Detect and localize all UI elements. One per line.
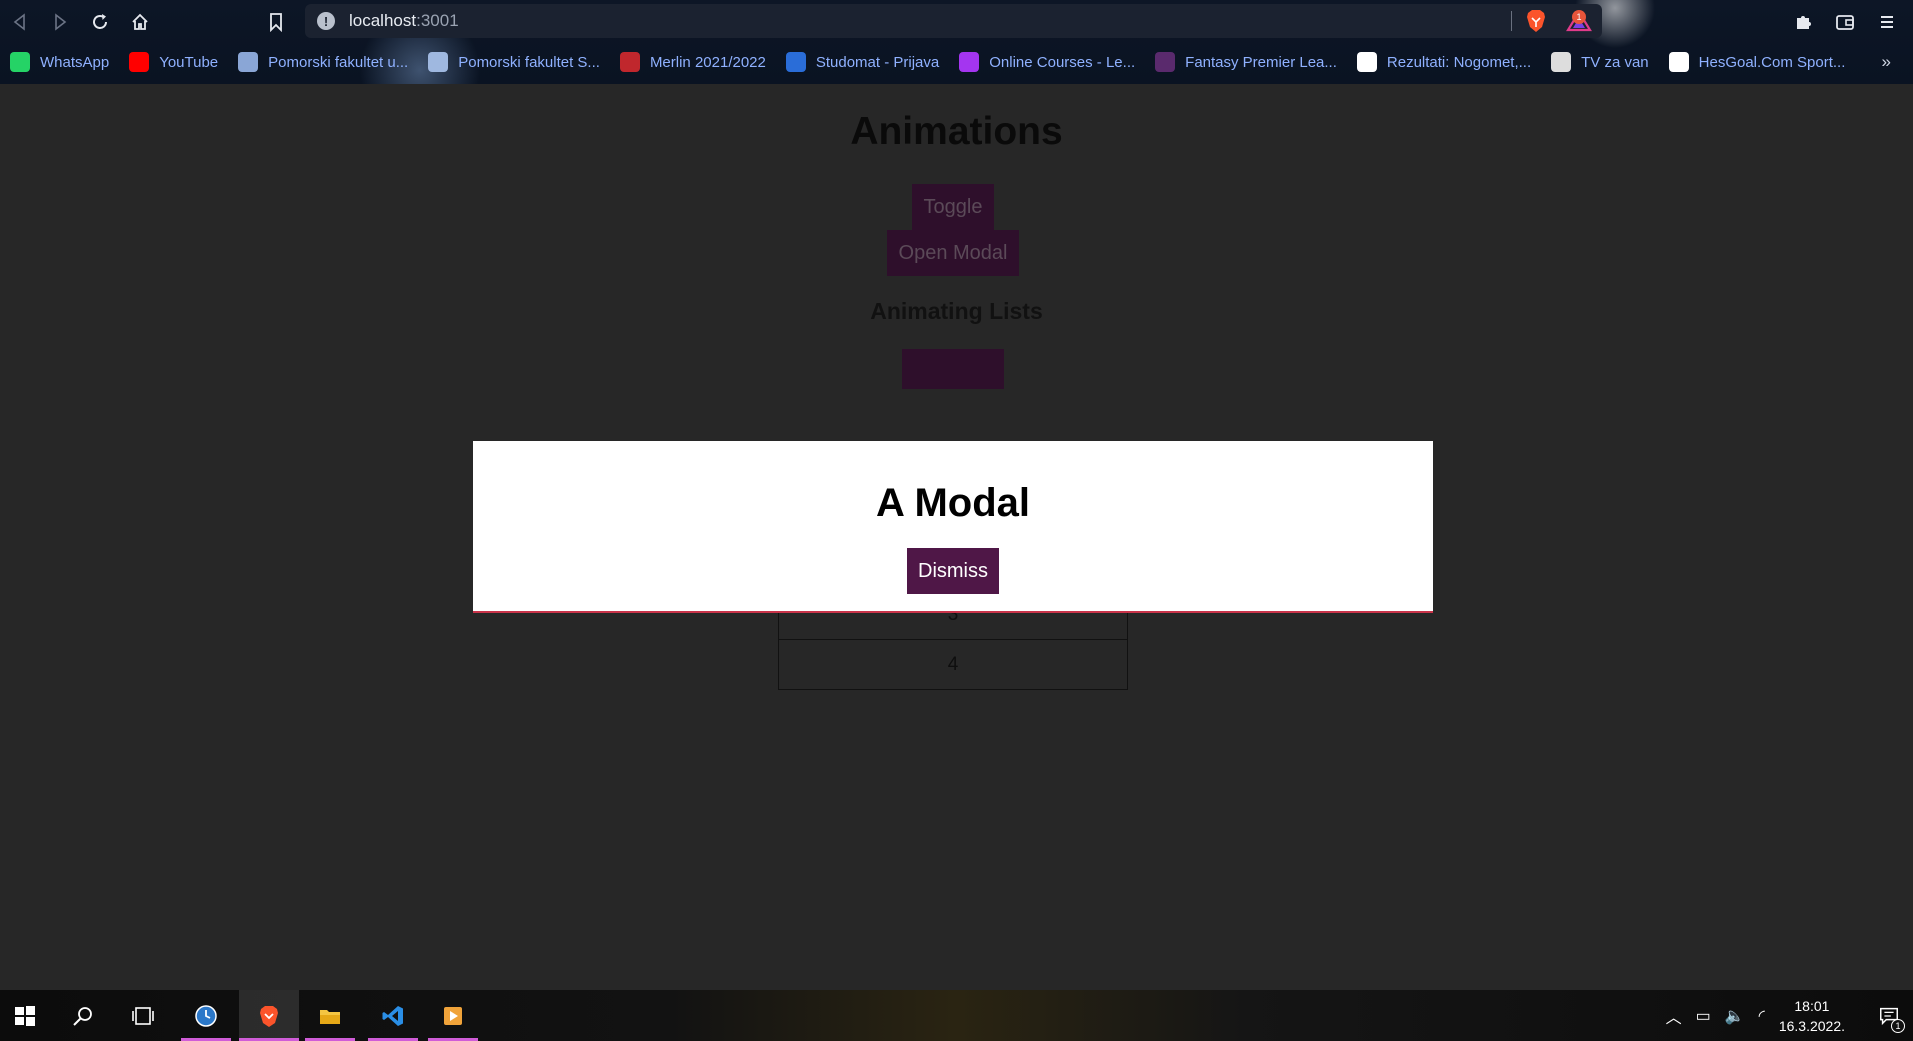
wallet-icon: [1836, 15, 1854, 30]
globe-icon: [1551, 52, 1572, 72]
bookmark-label: Pomorski fakultet u...: [268, 53, 409, 71]
bookmark-label: Merlin 2021/2022: [649, 53, 766, 71]
action-center-button[interactable]: 1: [1865, 990, 1913, 1041]
clock-date: 16.3.2022.: [1778, 1017, 1845, 1034]
list-item[interactable]: 4: [778, 640, 1128, 690]
bookmark-label: Fantasy Premier Lea...: [1185, 53, 1337, 71]
merlin-icon: [619, 52, 640, 72]
bookmark-item[interactable]: Online Courses - Le...: [959, 52, 1135, 72]
taskbar-app-clock[interactable]: [181, 990, 231, 1041]
puzzle-icon: [1797, 16, 1811, 29]
brave-browser-icon: [260, 1005, 278, 1027]
bookmark-item[interactable]: HesGoal.Com Sport...: [1668, 52, 1846, 72]
clock-time: 18:01: [1794, 997, 1830, 1014]
volume-icon[interactable]: 🔈: [1725, 1006, 1745, 1026]
home-icon: [132, 13, 148, 30]
taskbar-app-media[interactable]: [428, 990, 478, 1041]
url-text[interactable]: localhost:3001: [349, 11, 459, 31]
back-button[interactable]: [6, 8, 34, 36]
rewards-badge: 1: [1572, 10, 1586, 24]
more-bookmarks-icon[interactable]: »: [1882, 52, 1891, 72]
rezultati-icon: [1356, 52, 1377, 72]
extensions-button[interactable]: [1789, 8, 1817, 36]
site-info-icon[interactable]: !: [317, 12, 335, 30]
toggle-button[interactable]: Toggle: [912, 184, 994, 230]
bookmark-label: TV za van: [1581, 53, 1649, 71]
modal-title: A Modal: [875, 481, 1031, 525]
task-view-icon: [132, 1006, 154, 1025]
premier-league-icon: [1155, 52, 1176, 72]
page-content: Animations Toggle Open Modal Animating L…: [0, 84, 1913, 990]
home-button[interactable]: [126, 8, 154, 36]
bookmark-item[interactable]: WhatsApp: [10, 52, 109, 72]
reload-button[interactable]: [86, 8, 114, 36]
address-bar[interactable]: ! localhost:3001 1: [305, 4, 1602, 38]
udemy-icon: [959, 52, 980, 72]
task-view-button[interactable]: [118, 990, 168, 1041]
clock[interactable]: 18:01 16.3.2022.: [1779, 996, 1845, 1036]
bookmark-label: Online Courses - Le...: [989, 53, 1136, 71]
battery-icon[interactable]: ▭: [1696, 1006, 1711, 1026]
taskbar-app-explorer[interactable]: [305, 990, 355, 1041]
bookmark-label: YouTube: [159, 53, 219, 71]
pomorski-s-icon: [428, 52, 449, 72]
page-title: Animations: [850, 110, 1063, 153]
open-modal-button[interactable]: Open Modal: [887, 230, 1019, 276]
show-hidden-icons-icon[interactable]: ︿: [1666, 1004, 1682, 1028]
youtube-icon: [129, 52, 150, 72]
whatsapp-icon: [10, 52, 30, 72]
dismiss-button[interactable]: Dismiss: [907, 548, 999, 594]
search-button[interactable]: [58, 990, 108, 1041]
menu-button[interactable]: [1873, 8, 1901, 36]
bookmark-label: Pomorski fakultet S...: [458, 53, 600, 71]
bookmark-item[interactable]: Merlin 2021/2022: [619, 52, 766, 72]
bookmark-item[interactable]: Studomat - Prijava: [785, 52, 940, 72]
studomat-icon: [785, 52, 806, 72]
reload-icon: [93, 14, 107, 29]
modal-dialog: A Modal Dismiss: [473, 441, 1433, 613]
bookmark-item[interactable]: Pomorski fakultet S...: [428, 52, 600, 72]
lists-heading: Animating Lists: [870, 298, 1043, 324]
bookmark-page-button[interactable]: [262, 8, 290, 36]
bookmark-label: Studomat - Prijava: [815, 53, 940, 71]
bookmarks-bar: WhatsApp YouTube Pomorski fakultet u... Pom…: [0, 48, 1913, 76]
brave-rewards-button[interactable]: 1: [1566, 9, 1592, 33]
windows-taskbar: ︿ ▭ 🔈 ◜ 18:01 16.3.2022. 1: [0, 990, 1913, 1041]
bookmark-item[interactable]: Fantasy Premier Lea...: [1155, 52, 1337, 72]
browser-chrome: ! localhost:3001 1 WhatsApp YouTube Pomors…: [0, 0, 1913, 84]
taskbar-app-brave[interactable]: [239, 990, 299, 1041]
bookmark-icon: [270, 13, 282, 32]
brave-shields-button[interactable]: [1525, 9, 1547, 33]
notification-count: 1: [1891, 1019, 1905, 1033]
bookmark-item[interactable]: Rezultati: Nogomet,...: [1356, 52, 1532, 72]
pomorski-icon: [238, 52, 259, 72]
bookmark-label: HesGoal.Com Sport...: [1698, 53, 1846, 71]
hamburger-menu-icon: [1881, 16, 1893, 28]
vscode-icon: [382, 1005, 403, 1026]
urlbar-separator: [1511, 11, 1512, 31]
browser-right-tools: [1789, 8, 1901, 36]
clock-app-icon: [195, 1004, 217, 1027]
browser-toolbar: ! localhost:3001 1: [0, 0, 1913, 42]
wallet-button[interactable]: [1831, 8, 1859, 36]
bookmark-item[interactable]: Pomorski fakultet u...: [238, 52, 408, 72]
bookmark-label: Rezultati: Nogomet,...: [1386, 53, 1532, 71]
windows-logo-icon: [15, 1005, 35, 1026]
brave-lion-icon: [1527, 10, 1545, 32]
back-icon: [13, 13, 25, 31]
wifi-icon[interactable]: ◜: [1759, 1006, 1765, 1026]
bookmark-item[interactable]: YouTube: [129, 52, 218, 72]
folder-icon: [320, 1009, 340, 1024]
bookmark-label: WhatsApp: [40, 53, 110, 71]
list-add-button[interactable]: [902, 349, 1004, 389]
hesgoal-icon: [1668, 52, 1689, 72]
search-icon: [73, 1006, 92, 1026]
forward-button[interactable]: [46, 8, 74, 36]
taskbar-app-vscode[interactable]: [368, 990, 418, 1041]
system-tray: ︿ ▭ 🔈 ◜ 18:01 16.3.2022. 1: [1666, 990, 1913, 1041]
bookmark-item[interactable]: TV za van: [1551, 52, 1649, 72]
forward-icon: [55, 13, 67, 31]
start-button[interactable]: [0, 990, 50, 1041]
media-player-icon: [444, 1006, 462, 1025]
